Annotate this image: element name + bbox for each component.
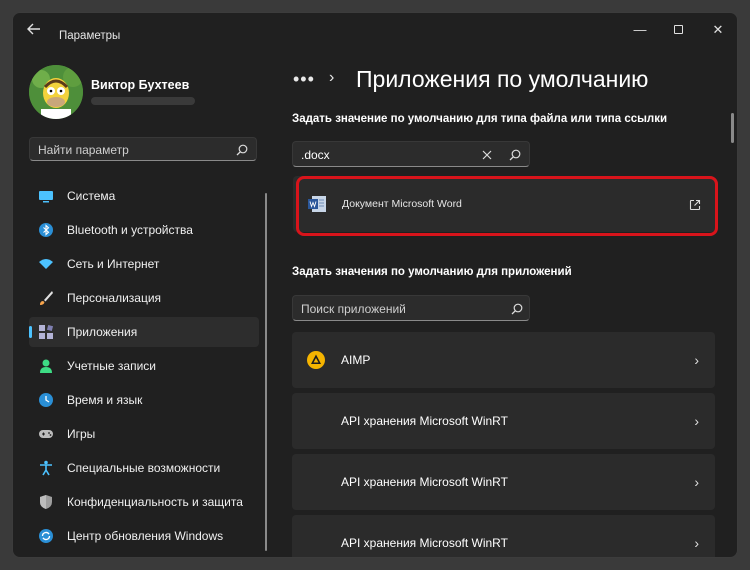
gamepad-icon [38,426,54,442]
settings-search-input[interactable] [38,142,228,158]
sidebar-item-system[interactable]: Система [29,181,259,211]
chevron-right-icon: › [694,535,699,551]
accessibility-icon [38,460,54,476]
chevron-right-icon: › [694,352,699,368]
word-document-icon [307,194,327,214]
sidebar-item-label: Система [67,189,116,203]
clear-icon[interactable] [481,148,493,160]
app-label: API хранения Microsoft WinRT [341,475,508,489]
sidebar-item-label: Конфиденциальность и защита [67,495,243,509]
breadcrumb-more[interactable]: ••• [293,69,315,90]
filetype-search-box[interactable] [292,141,530,167]
filetype-section-heading: Задать значение по умолчанию для типа фа… [292,113,668,125]
person-icon [38,358,54,374]
apps-section-heading: Задать значения по умолчанию для приложе… [292,266,572,278]
sidebar-item-label: Игры [67,427,96,441]
maximize-icon [673,25,683,34]
close-icon: ✕ [712,22,724,37]
sidebar-item-label: Bluetooth и устройства [67,223,193,237]
settings-search-box[interactable] [29,137,257,161]
update-icon [38,528,54,544]
sidebar-nav: Система Bluetooth и устройства Сеть и Ин… [29,181,259,555]
main-scrollbar[interactable] [731,113,734,143]
sidebar-item-apps[interactable]: Приложения [29,317,259,347]
sidebar-item-accounts[interactable]: Учетные записи [29,351,259,381]
minimize-icon: — [633,22,647,37]
filetype-search-input[interactable] [301,147,471,163]
app-row-winrt-storage[interactable]: API хранения Microsoft WinRT › [292,454,715,510]
apps-search-box[interactable] [292,295,530,321]
sidebar-item-label: Персонализация [67,291,162,305]
app-label: AIMP [341,353,371,367]
app-row-winrt-storage[interactable]: API хранения Microsoft WinRT › [292,515,715,557]
window-title: Параметры [59,30,121,42]
app-label: API хранения Microsoft WinRT [341,536,508,550]
user-email-redacted [91,97,195,105]
sidebar-item-label: Специальные возможности [67,461,221,475]
chevron-right-icon: › [694,413,699,429]
page-title: Приложения по умолчанию [356,66,649,92]
search-icon[interactable] [509,148,521,161]
sidebar-item-label: Время и язык [67,393,143,407]
sidebar-item-label: Учетные записи [67,359,156,373]
app-row-winrt-storage[interactable]: API хранения Microsoft WinRT › [292,393,715,449]
sidebar-item-bluetooth[interactable]: Bluetooth и устройства [29,215,259,245]
wifi-icon [38,256,54,272]
sidebar-item-label: Центр обновления Windows [67,529,224,543]
apps-search-input[interactable] [301,301,471,317]
sidebar-item-personalization[interactable]: Персонализация [29,283,259,313]
globe-clock-icon [38,392,54,408]
sidebar-item-privacy[interactable]: Конфиденциальность и защита [29,487,259,517]
sidebar-item-label: Сеть и Интернет [67,257,160,271]
monitor-icon [38,188,54,204]
breadcrumb-separator: › [329,69,335,86]
chevron-right-icon: › [694,474,699,490]
bluetooth-icon [38,222,54,238]
user-name: Виктор Бухтеев [91,78,190,92]
sidebar-item-accessibility[interactable]: Специальные возможности [29,453,259,483]
title-bar: Параметры — ✕ [13,13,737,47]
file-type-result-docx[interactable]: Документ Microsoft Word [293,176,715,232]
file-type-label: Документ Microsoft Word [342,198,462,210]
aimp-icon [306,350,326,370]
settings-window: Параметры — ✕ Виктор Бухтеев Найти парам… [12,12,738,558]
search-icon[interactable] [236,143,248,156]
minimize-button[interactable]: — [625,21,655,39]
app-row-aimp[interactable]: AIMP › [292,332,715,388]
apps-icon [38,324,54,340]
sidebar-scrollbar[interactable] [265,193,267,551]
shield-icon [38,494,54,510]
sidebar-item-label: Приложения [67,325,138,339]
close-button[interactable]: ✕ [703,21,733,39]
back-arrow-icon[interactable] [27,23,45,37]
app-label: API хранения Microsoft WinRT [341,414,508,428]
maximize-button[interactable] [663,21,693,39]
search-icon[interactable] [511,302,523,315]
sidebar-item-windows-update[interactable]: Центр обновления Windows [29,521,259,551]
sidebar-item-gaming[interactable]: Игры [29,419,259,449]
open-external-icon[interactable] [689,198,701,211]
avatar[interactable] [29,65,83,119]
sidebar-item-network[interactable]: Сеть и Интернет [29,249,259,279]
sidebar-item-time-language[interactable]: Время и язык [29,385,259,415]
brush-icon [38,290,54,306]
